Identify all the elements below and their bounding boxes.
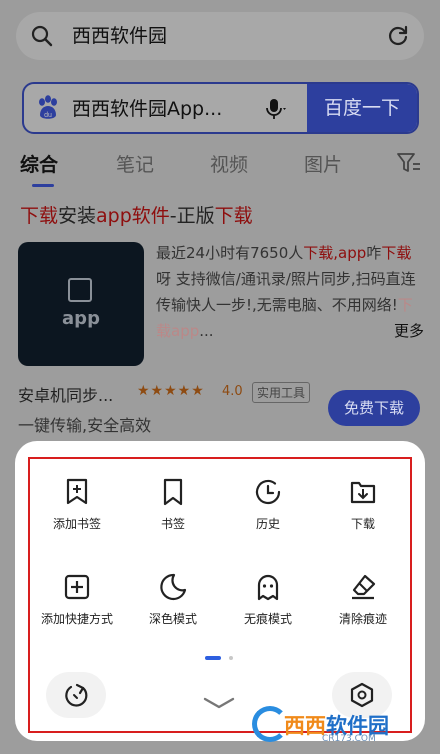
top-bar: 西西软件园 xyxy=(0,0,440,70)
page-dot[interactable] xyxy=(229,656,233,660)
app-thumbnail[interactable]: app xyxy=(18,242,144,366)
download-icon xyxy=(350,481,376,504)
add-bookmark-icon xyxy=(66,478,88,505)
app-name: 安卓机同步... xyxy=(18,386,114,405)
search-button[interactable]: 百度一下 xyxy=(307,84,417,132)
filter-icon[interactable] xyxy=(396,152,422,174)
site-watermark: 西西软件园 CR173.COM xyxy=(252,700,422,748)
microphone-icon[interactable] xyxy=(262,96,288,122)
tab-video[interactable]: 视频 xyxy=(210,150,248,177)
menu-clear-traces[interactable]: 清除痕迹 xyxy=(315,572,411,627)
history-icon xyxy=(255,479,281,505)
tab-general[interactable]: 综合 xyxy=(20,150,58,177)
svg-text:du: du xyxy=(44,112,52,119)
page-dot-active xyxy=(205,656,221,660)
active-tab-indicator xyxy=(32,184,54,187)
result-tabs: 综合 笔记 视频 图片 xyxy=(0,150,440,187)
tab-notes[interactable]: 笔记 xyxy=(116,150,154,177)
result-title[interactable]: 下载安装app软件-正版下载 xyxy=(20,203,253,229)
incognito-icon xyxy=(257,574,279,601)
rating-value: 4.0 xyxy=(222,384,243,399)
rating-stars: ★★★★★ xyxy=(137,383,205,399)
thumbnail-text: app xyxy=(62,308,100,329)
menu-history[interactable]: 历史 xyxy=(220,477,316,532)
category-tag: 实用工具 xyxy=(252,382,311,403)
baidu-search-box[interactable]: du 西西软件园App... 百度一下 xyxy=(22,82,419,134)
address-bar[interactable]: 西西软件园 xyxy=(16,12,424,60)
menu-bookmarks[interactable]: 书签 xyxy=(125,477,221,532)
watermark-logo-icon xyxy=(252,706,288,742)
menu-dark-mode[interactable]: 深色模式 xyxy=(125,572,221,627)
rotate-icon xyxy=(65,683,88,707)
free-download-button[interactable]: 免费下载 xyxy=(328,390,420,426)
app-subtitle: 一键传输,安全高效 xyxy=(18,416,152,435)
more-link[interactable]: 更多 xyxy=(394,318,424,344)
address-text: 西西软件园 xyxy=(72,25,168,47)
baidu-paw-icon: du xyxy=(39,95,57,119)
menu-incognito[interactable]: 无痕模式 xyxy=(220,572,316,627)
bookmark-icon xyxy=(163,478,183,506)
app-logo-icon xyxy=(68,278,92,302)
clear-traces-icon xyxy=(352,574,376,600)
search-query: 西西软件园App... xyxy=(72,98,223,120)
refresh-icon[interactable] xyxy=(386,24,410,48)
add-shortcut-icon xyxy=(64,574,90,600)
menu-downloads[interactable]: 下载 xyxy=(315,477,411,532)
search-icon xyxy=(31,25,53,47)
tab-images[interactable]: 图片 xyxy=(304,150,342,177)
refresh-page-button[interactable] xyxy=(46,672,106,718)
dark-mode-icon xyxy=(160,573,187,601)
menu-add-shortcut[interactable]: 添加快捷方式 xyxy=(29,572,125,627)
collapse-chevron-icon[interactable] xyxy=(202,696,236,710)
menu-add-bookmark[interactable]: 添加书签 xyxy=(29,477,125,532)
result-description: 最近24小时有7650人下载,app咋下载呀 支持微信/通讯录/照片同步,扫码直… xyxy=(156,240,424,344)
